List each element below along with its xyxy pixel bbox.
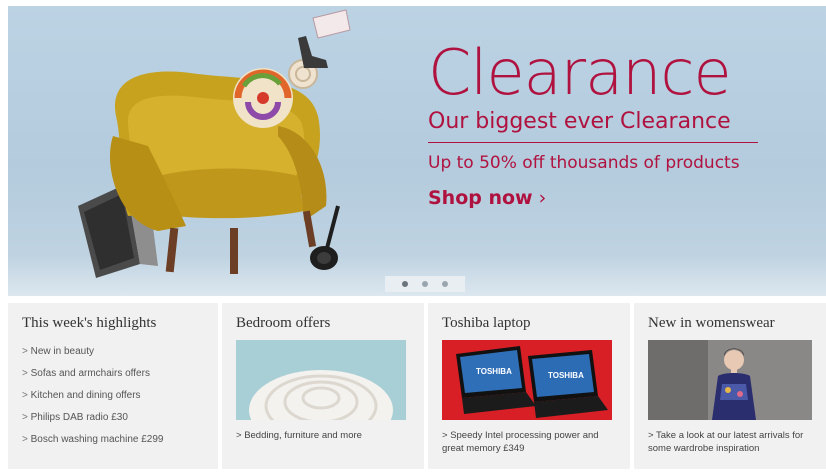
brand-label: TOSHIBA <box>548 371 584 380</box>
highlight-item[interactable]: Philips DAB radio £30 <box>22 412 204 423</box>
carousel-dot-2[interactable] <box>422 281 428 287</box>
chevron-right-icon: › <box>538 187 547 209</box>
duvet-image[interactable] <box>236 340 406 420</box>
toshiba-laptop-tile[interactable]: Toshiba laptop TOSHIBA TOSHIBA Speedy In… <box>428 303 630 469</box>
highlights-panel: This week's highlights New in beauty Sof… <box>8 303 218 469</box>
hero-offer: Up to 50% off thousands of products <box>428 153 740 173</box>
tile-title: Bedroom offers <box>236 315 331 331</box>
bedroom-offers-tile[interactable]: Bedroom offers Bedding, furniture and mo… <box>222 303 424 469</box>
shop-now-link[interactable]: Shop now › <box>428 187 546 209</box>
tile-title: Toshiba laptop <box>442 315 531 331</box>
highlight-item[interactable]: New in beauty <box>22 346 204 357</box>
hero-title: Clearance <box>428 36 732 109</box>
womenswear-image[interactable] <box>648 340 812 420</box>
tile-link[interactable]: Speedy Intel processing power and great … <box>442 429 616 455</box>
highlight-item[interactable]: Kitchen and dining offers <box>22 390 204 401</box>
armchair-illustration <box>78 9 351 278</box>
highlights-list: New in beauty Sofas and armchairs offers… <box>22 346 204 445</box>
shop-now-label: Shop now <box>428 187 533 209</box>
promo-tiles: This week's highlights New in beauty Sof… <box>8 303 826 469</box>
laptop-image[interactable]: TOSHIBA TOSHIBA <box>442 340 612 420</box>
hero-banner[interactable]: Clearance Our biggest ever Clearance Up … <box>8 6 826 296</box>
carousel-dot-1[interactable] <box>402 281 408 287</box>
hero-subtitle: Our biggest ever Clearance <box>428 108 758 143</box>
highlight-item[interactable]: Sofas and armchairs offers <box>22 368 204 379</box>
carousel-dots <box>385 276 465 292</box>
highlights-title: This week's highlights <box>22 315 157 331</box>
highlight-item[interactable]: Bosch washing machine £299 <box>22 434 204 445</box>
tile-title: New in womenswear <box>648 315 775 331</box>
hero-copy: Clearance Our biggest ever Clearance Up … <box>428 40 788 209</box>
carousel-dot-3[interactable] <box>442 281 448 287</box>
tile-link[interactable]: Bedding, furniture and more <box>236 429 410 442</box>
brand-label: TOSHIBA <box>476 367 512 376</box>
womenswear-tile[interactable]: New in womenswear Take a look at our lat… <box>634 303 826 469</box>
tile-link[interactable]: Take a look at our latest arrivals for s… <box>648 429 812 455</box>
